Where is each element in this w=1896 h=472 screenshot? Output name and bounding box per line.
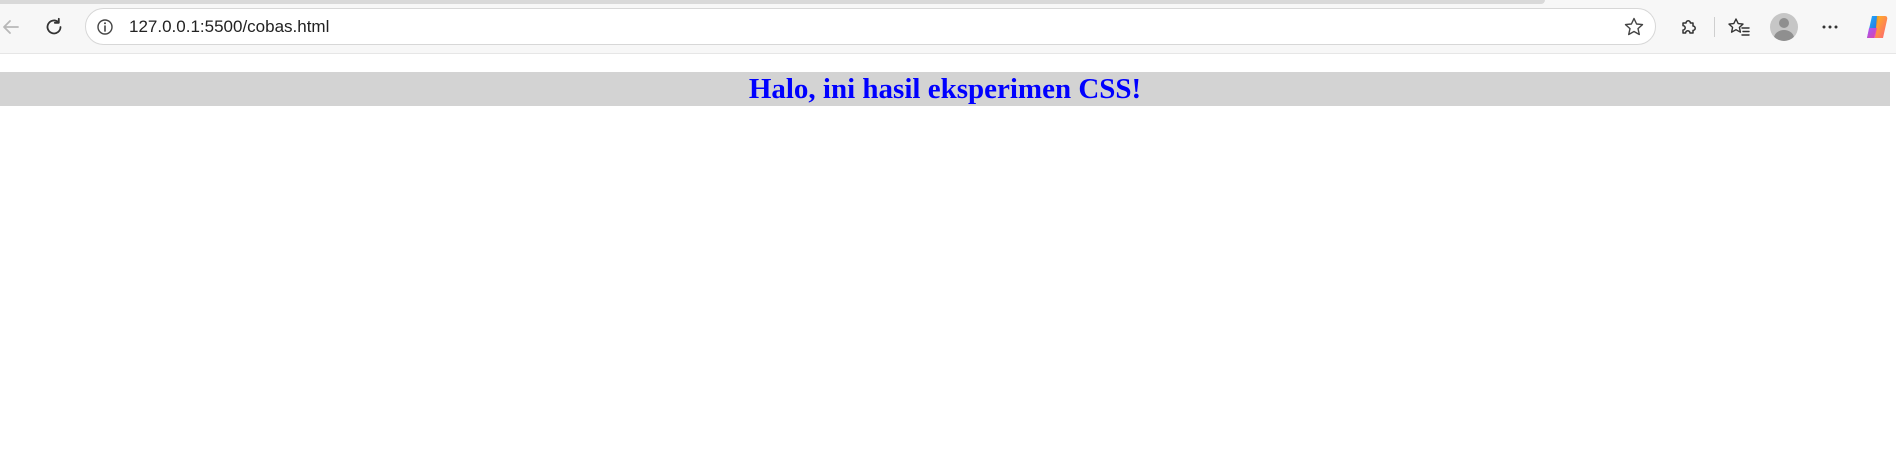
toolbar-separator xyxy=(1714,17,1715,37)
page-content: Halo, ini hasil eksperimen CSS! xyxy=(0,54,1896,472)
more-button[interactable] xyxy=(1813,10,1847,44)
profile-button[interactable] xyxy=(1767,10,1801,44)
extensions-icon xyxy=(1682,20,1696,34)
star-icon xyxy=(1624,17,1644,36)
reload-icon xyxy=(46,17,62,35)
profile-icon xyxy=(1770,13,1798,41)
favorites-icon xyxy=(1728,18,1750,36)
add-favorite-button[interactable] xyxy=(1621,14,1647,40)
page-heading: Halo, ini hasil eksperimen CSS! xyxy=(0,72,1890,106)
browser-toolbar: 127.0.0.1:5500/cobas.html xyxy=(0,0,1896,54)
reload-button[interactable] xyxy=(37,10,71,44)
tab-strip xyxy=(0,0,1545,4)
address-bar[interactable]: 127.0.0.1:5500/cobas.html xyxy=(85,8,1656,45)
favorites-button[interactable] xyxy=(1722,10,1756,44)
back-button[interactable] xyxy=(0,10,28,44)
copilot-button[interactable] xyxy=(1860,10,1894,44)
more-icon xyxy=(1822,25,1838,29)
extensions-button[interactable] xyxy=(1672,10,1706,44)
copilot-icon xyxy=(1867,16,1888,38)
site-info-button[interactable] xyxy=(95,17,115,37)
info-icon xyxy=(97,19,113,35)
back-icon xyxy=(3,20,19,34)
url-text[interactable]: 127.0.0.1:5500/cobas.html xyxy=(129,17,329,37)
